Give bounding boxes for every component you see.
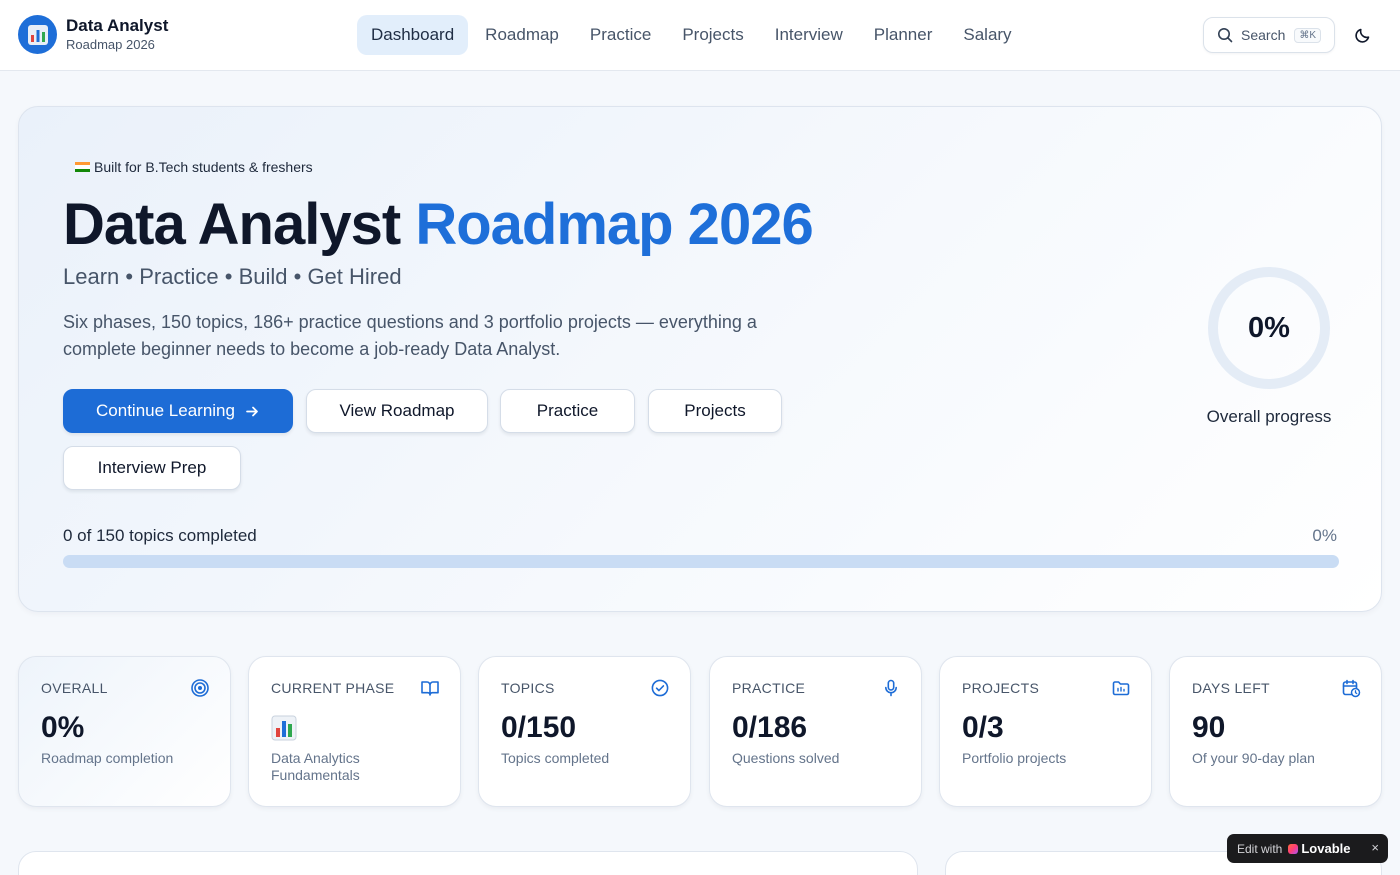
stat-subtitle: Questions solved <box>732 750 840 766</box>
nav-salary[interactable]: Salary <box>949 15 1025 55</box>
stat-card-overall[interactable]: OVERALL 0% Roadmap completion <box>18 656 231 807</box>
brand[interactable]: Data Analyst Roadmap 2026 <box>18 15 168 54</box>
brand-subtitle: Roadmap 2026 <box>66 36 155 52</box>
stat-card-topics[interactable]: TOPICS 0/150 Topics completed <box>478 656 691 807</box>
nav-dashboard[interactable]: Dashboard <box>357 15 469 55</box>
progress-ring-value: 0% <box>1248 311 1290 344</box>
stat-value: 90 <box>1192 711 1226 744</box>
top-navigation-bar: Data Analyst Roadmap 2026 Dashboard Road… <box>0 0 1400 71</box>
hero-title-main: Data Analyst <box>63 192 416 257</box>
stat-value: 0% <box>41 711 85 744</box>
search-button[interactable]: Search ⌘K <box>1203 17 1335 53</box>
microphone-icon <box>885 679 897 697</box>
audience-badge: Built for B.Tech students & freshers <box>75 159 313 175</box>
nav-practice[interactable]: Practice <box>576 15 665 55</box>
arrow-right-icon <box>245 404 260 419</box>
target-icon <box>191 679 209 697</box>
stat-value: 0/3 <box>962 711 1004 744</box>
overall-progress-ring: 0% <box>1205 264 1333 392</box>
edit-with-lovable-badge[interactable]: Edit with Lovable × <box>1227 834 1388 863</box>
stat-label: OVERALL <box>41 680 108 696</box>
topics-progress-bar <box>63 555 1339 568</box>
stat-card-current-phase[interactable]: CURRENT PHASE Data Analytics Fundamental… <box>248 656 461 807</box>
stat-label: TOPICS <box>501 680 555 696</box>
lovable-brand: Lovable <box>1288 841 1350 856</box>
search-label: Search <box>1241 27 1286 43</box>
topics-progress-percent: 0% <box>1312 526 1337 545</box>
calendar-clock-icon <box>1342 679 1361 698</box>
main-nav: Dashboard Roadmap Practice Projects Inte… <box>357 15 1029 55</box>
stat-label: PRACTICE <box>732 680 806 696</box>
hero-tagline: Learn • Practice • Build • Get Hired <box>63 264 402 289</box>
practice-button[interactable]: Practice <box>500 389 635 433</box>
stat-subtitle: Portfolio projects <box>962 750 1067 766</box>
stat-label: DAYS LEFT <box>1192 680 1270 696</box>
stat-subtitle: Of your 90-day plan <box>1192 750 1315 766</box>
nav-interview[interactable]: Interview <box>761 15 857 55</box>
stat-label: CURRENT PHASE <box>271 680 395 696</box>
brand-logo <box>18 15 57 54</box>
stat-card-days-left[interactable]: DAYS LEFT 90 Of your 90-day plan <box>1169 656 1382 807</box>
stat-subtitle: Topics completed <box>501 750 610 766</box>
hero-description: Six phases, 150 topics, 186+ practice qu… <box>63 312 757 359</box>
topics-progress-label: 0 of 150 topics completed <box>63 526 257 545</box>
lower-card-left <box>18 851 918 875</box>
interview-prep-button[interactable]: Interview Prep <box>63 446 241 490</box>
stat-value: 0/150 <box>501 711 577 744</box>
progress-ring-label: Overall progress <box>1206 407 1332 426</box>
continue-learning-label: Continue Learning <box>96 401 235 420</box>
search-shortcut: ⌘K <box>1294 27 1322 43</box>
india-flag-icon <box>75 162 90 172</box>
stat-card-practice[interactable]: PRACTICE 0/186 Questions solved <box>709 656 922 807</box>
theme-toggle-button[interactable] <box>1350 22 1376 48</box>
lovable-brand-label: Lovable <box>1301 841 1351 856</box>
bar-chart-emoji-icon <box>271 715 297 741</box>
stat-value: 0/186 <box>732 711 808 744</box>
check-circle-icon <box>651 679 669 697</box>
brand-title: Data Analyst <box>66 16 169 35</box>
hero-card: Built for B.Tech students & freshers Dat… <box>18 106 1382 612</box>
book-open-icon <box>421 681 439 696</box>
audience-badge-text: Built for B.Tech students & freshers <box>94 159 313 175</box>
view-roadmap-button[interactable]: View Roadmap <box>306 389 488 433</box>
nav-projects[interactable]: Projects <box>668 15 757 55</box>
close-icon[interactable]: × <box>1371 840 1379 855</box>
hero-title-accent: Roadmap 2026 <box>415 192 813 257</box>
stat-card-projects[interactable]: PROJECTS 0/3 Portfolio projects <box>939 656 1152 807</box>
stat-subtitle: Data Analytics Fundamentals <box>271 750 360 783</box>
continue-learning-button[interactable]: Continue Learning <box>63 389 293 433</box>
moon-icon <box>1355 28 1370 43</box>
bar-chart-icon <box>27 24 48 45</box>
nav-planner[interactable]: Planner <box>860 15 947 55</box>
search-icon <box>1218 28 1233 43</box>
nav-roadmap[interactable]: Roadmap <box>471 15 573 55</box>
hero-title: Data Analyst Roadmap 2026 <box>63 191 814 258</box>
folder-icon <box>1112 681 1130 696</box>
stat-subtitle: Roadmap completion <box>41 750 174 766</box>
stat-label: PROJECTS <box>962 680 1040 696</box>
lovable-prefix: Edit with <box>1237 841 1283 856</box>
lovable-heart-icon <box>1288 843 1299 854</box>
projects-button[interactable]: Projects <box>648 389 782 433</box>
